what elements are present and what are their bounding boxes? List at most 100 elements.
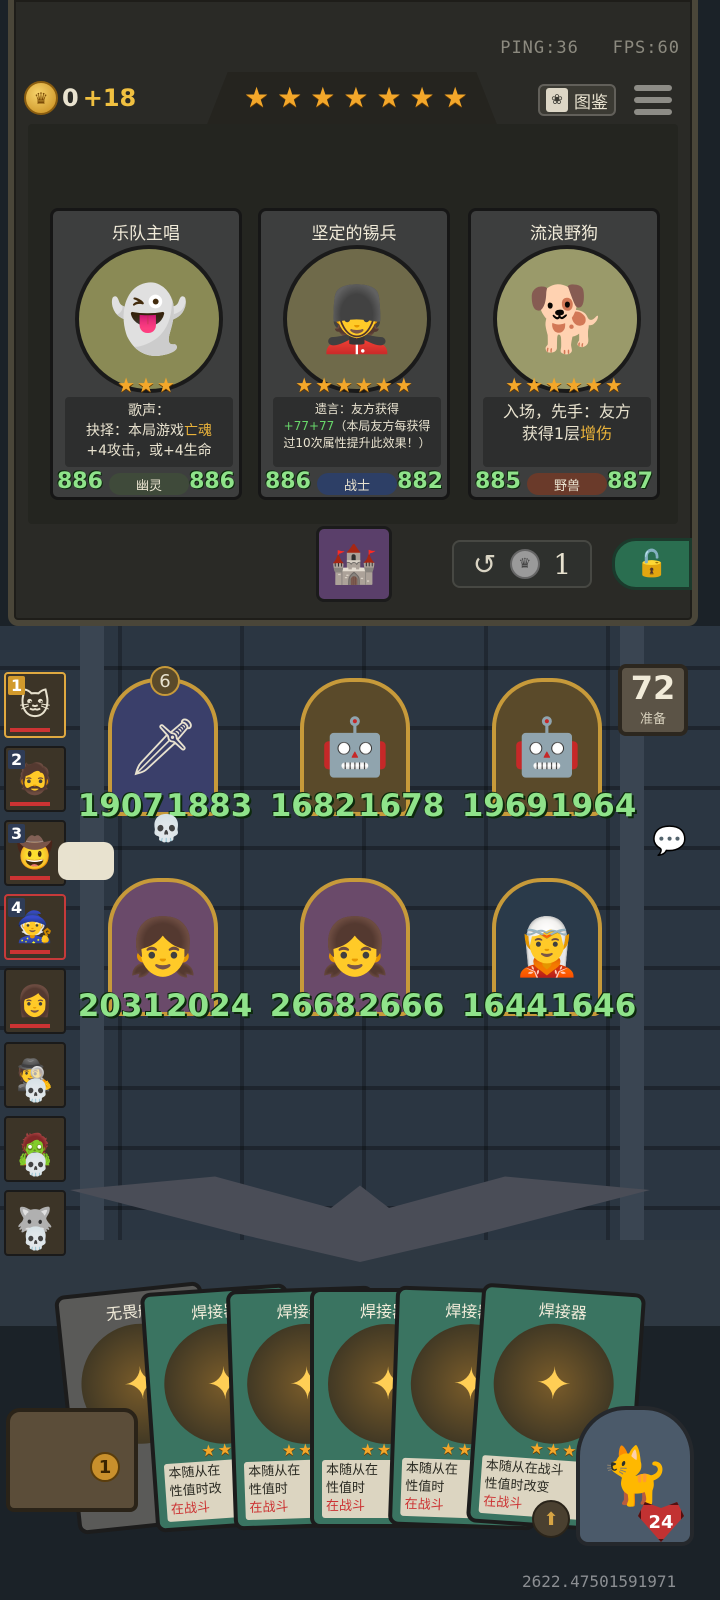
card-portrait: 💂: [283, 245, 431, 393]
star-icon: ★: [584, 373, 603, 397]
player-portrait: 🐈: [576, 1406, 694, 1546]
shop-card[interactable]: 坚定的锡兵 💂 ★ ★ ★ ★ ★ ★ 遗言：友方获得 +77+77（本局友方每获得 过10次属性提…: [258, 208, 450, 500]
lock-shop-button[interactable]: 🔓: [612, 538, 692, 590]
player-slot[interactable]: 👩: [4, 968, 66, 1034]
star-icon: ★: [335, 373, 353, 397]
card-stars: ★ ★ ★ ★ ★ ★: [261, 375, 447, 395]
player-slot[interactable]: 🧟 💀: [4, 1116, 66, 1182]
card-health: 887: [607, 469, 653, 494]
minion-art-icon: 🤖: [320, 715, 390, 780]
board-minion[interactable]: 👧 2668 2666: [270, 878, 444, 1024]
ping-text: PING:36: [500, 38, 579, 58]
star-icon: ★: [200, 1440, 217, 1461]
gold-amount: 0: [62, 84, 79, 112]
card-stars: ★ ★ ★: [53, 375, 239, 395]
desc-line: 获得1层增伤: [483, 423, 651, 445]
star-icon: ★: [360, 1440, 375, 1459]
menu-bar: [634, 85, 672, 91]
player-slot[interactable]: 🕵 💀: [4, 1042, 66, 1108]
star-icon: ★: [376, 81, 402, 114]
card-attack: 885: [475, 469, 521, 494]
menu-button[interactable]: [634, 82, 672, 118]
skull-icon: 💀: [22, 1227, 50, 1252]
refresh-button[interactable]: ↺ ♛ 1: [452, 540, 592, 588]
player-hp-bar: [10, 1024, 50, 1028]
board-minion[interactable]: 🗡 6 1907 1883 💀: [78, 666, 252, 844]
card-name: 流浪野狗: [530, 224, 598, 244]
menu-bar: [634, 109, 672, 115]
upgrade-icon[interactable]: ⬆: [532, 1500, 570, 1538]
chat-icon[interactable]: 💬: [652, 824, 687, 857]
star-icon: ★: [409, 81, 435, 114]
star-icon: ★: [545, 373, 563, 397]
star-icon: ★: [565, 373, 583, 397]
star-icon: ★: [528, 1438, 545, 1459]
lock-icon: 🔓: [635, 549, 669, 579]
card-tribe: 野兽: [527, 473, 607, 495]
desc-line: 入场，先手：友方: [502, 402, 631, 421]
gold-income: +18: [82, 84, 137, 112]
wall-pillar: [80, 626, 104, 1266]
star-icon: ★: [440, 1439, 456, 1459]
player-slot[interactable]: 🤠 3: [4, 820, 66, 886]
card-attack: 886: [265, 469, 311, 494]
minion-art-icon: 🗡: [127, 715, 199, 780]
card-description: 歌声： 抉择：本局游戏亡魂 +4攻击，或+4生命: [65, 397, 233, 467]
tavern-chest[interactable]: 1: [6, 1408, 138, 1512]
shop-card[interactable]: 乐队主唱 👻 ★ ★ ★ 歌声： 抉择：本局游戏亡魂 +4攻击，或+4生命 886 幽灵 886: [50, 208, 242, 500]
hero-power-icon[interactable]: 🏰: [316, 526, 392, 602]
menu-bar: [634, 97, 672, 103]
star-icon: ★: [355, 373, 373, 397]
desc-text: 获得1层: [521, 424, 581, 443]
star-icon: ★: [281, 1440, 297, 1460]
minion-health: 1678: [358, 788, 445, 824]
card-tribe: 幽灵: [109, 473, 189, 495]
player-slot[interactable]: 🐺 💀: [4, 1190, 66, 1256]
desc-line: +4攻击，或+4生命: [86, 443, 212, 459]
minion-health: 1964: [550, 788, 637, 824]
player-hp-bar: [10, 728, 50, 732]
board-minion[interactable]: 🧝 1644 1646: [462, 878, 636, 1024]
star-icon: ★: [442, 81, 468, 114]
shop-card[interactable]: 流浪野狗 🐕 ★ ★ ★ ★ ★ ★ 入场，先手：友方 获得1层增伤 885 野兽 887: [468, 208, 660, 500]
fps-text: FPS:60: [612, 38, 680, 58]
desc-text: 抉择：本局游戏: [86, 423, 184, 439]
card-health: 886: [189, 469, 235, 494]
desc-line: 过10次属性提升此效果！）: [283, 436, 431, 450]
board-minion[interactable]: 👧 2031 2024: [78, 878, 252, 1024]
minion-attack: 2031: [77, 988, 164, 1024]
minion-attack: 2668: [269, 988, 356, 1024]
star-icon: ★: [277, 81, 303, 114]
star-icon: ★: [295, 373, 314, 397]
card-name: 坚定的锡兵: [311, 224, 397, 244]
star-icon: ★: [525, 373, 544, 397]
player-slot[interactable]: 🧔 2: [4, 746, 66, 812]
desc-keyword: 亡魂: [184, 423, 212, 439]
skull-icon: 💀: [22, 1153, 50, 1178]
codex-button[interactable]: ❀ 图鉴: [538, 84, 616, 116]
desc-text: （本局友方每获得: [334, 419, 431, 433]
card-health: 882: [397, 469, 443, 494]
card-portrait: 🐕: [493, 245, 641, 393]
player-slot[interactable]: 🧙 4: [4, 894, 66, 960]
star-icon: ★: [505, 373, 524, 397]
minion-art-icon: 👧: [128, 915, 198, 980]
desc-line: 抉择：本局游戏亡魂: [65, 421, 233, 441]
crown-cost-icon: ♛: [509, 549, 540, 579]
card-description: 遗言：友方获得 +77+77（本局友方每获得 过10次属性提升此效果！）: [273, 397, 441, 467]
board-minion[interactable]: 🤖 1969 1964: [462, 678, 636, 824]
turn-timer: 72 准备: [618, 664, 688, 736]
hand-card-name: 焊接器: [538, 1300, 588, 1323]
card-description: 入场，先手：友方获得1层增伤: [483, 397, 651, 467]
shop-tier-stars: ★ ★ ★ ★ ★ ★ ★: [244, 84, 468, 112]
board-minion[interactable]: 🤖 1682 1678: [270, 678, 444, 824]
minion-health: 2666: [358, 988, 445, 1024]
star-icon: ★: [561, 1440, 578, 1461]
star-icon: ★: [156, 373, 175, 397]
debug-coords: 2622.47501591971: [522, 1572, 677, 1591]
shop-level: 1: [90, 1452, 120, 1482]
minion-art-icon: 🤖: [512, 715, 582, 780]
minion-art-icon: 👻: [109, 282, 189, 357]
player-slot[interactable]: 🐱 1: [4, 672, 66, 738]
star-icon: ★: [315, 373, 334, 397]
